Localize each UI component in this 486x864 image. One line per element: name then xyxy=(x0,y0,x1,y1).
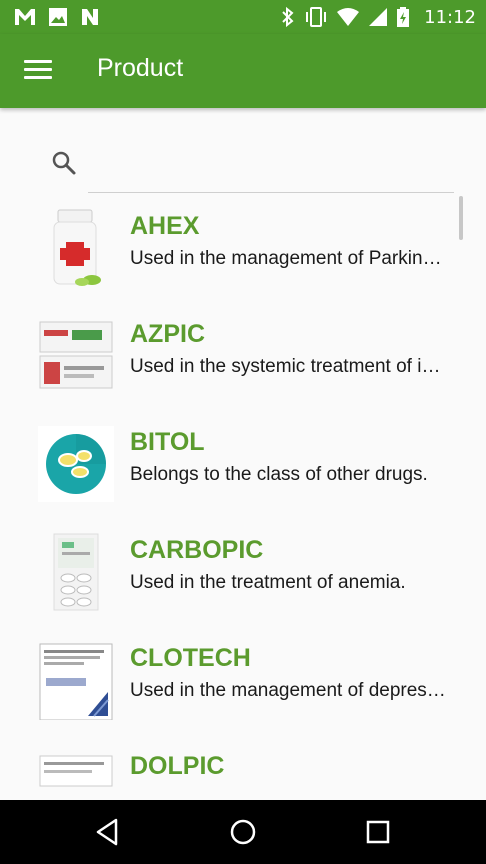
product-description: Belongs to the class of other drugs. xyxy=(130,464,428,485)
page-title: Product xyxy=(97,54,184,82)
battery-charging-icon xyxy=(397,7,410,27)
image-icon xyxy=(49,8,67,26)
list-item[interactable]: DOLPIC xyxy=(0,736,486,800)
product-description: Used in the management of depression. xyxy=(130,680,450,701)
search-icon[interactable] xyxy=(50,149,78,177)
medicine-bottle-icon xyxy=(53,209,101,286)
notification-n-icon xyxy=(82,9,98,25)
wifi-icon xyxy=(337,8,360,26)
product-list[interactable]: AHEX Used in the management of Parkinson… xyxy=(0,196,486,800)
product-name: AZPIC xyxy=(130,320,205,348)
product-name: DOLPIC xyxy=(130,752,225,780)
list-item[interactable]: BITOL Belongs to the class of other drug… xyxy=(0,412,486,520)
vibrate-icon xyxy=(306,7,327,27)
product-description: Used in the systemic treatment of infect… xyxy=(130,356,450,377)
navigation-bar xyxy=(0,800,486,864)
product-description: Used in the management of Parkinson's di… xyxy=(130,248,450,269)
product-name: AHEX xyxy=(130,212,200,240)
signal-icon xyxy=(369,8,388,26)
hamburger-menu-icon[interactable] xyxy=(24,60,52,82)
pills-circle-icon xyxy=(38,426,114,502)
recents-icon[interactable] xyxy=(358,814,398,850)
medicine-box-icon xyxy=(39,643,113,720)
blister-pack-icon xyxy=(53,533,99,611)
status-right-icons: 11:12 xyxy=(280,6,476,28)
product-name: CARBOPIC xyxy=(130,536,264,564)
product-name: BITOL xyxy=(130,428,205,456)
product-description: Used in the treatment of anemia. xyxy=(130,572,406,593)
gmail-icon xyxy=(15,9,35,25)
search-input[interactable] xyxy=(88,145,453,185)
list-item[interactable]: AZPIC Used in the systemic treatment of … xyxy=(0,304,486,412)
list-item[interactable]: CARBOPIC Used in the treatment of anemia… xyxy=(0,520,486,628)
app-bar: Product xyxy=(0,34,486,108)
status-bar: 11:12 xyxy=(0,0,486,34)
injection-box-icon xyxy=(39,755,113,787)
home-icon[interactable] xyxy=(223,814,263,850)
tablet-strip-box-icon xyxy=(39,321,113,389)
list-scrollbar[interactable] xyxy=(459,196,463,240)
product-name: CLOTECH xyxy=(130,644,251,672)
list-item[interactable]: CLOTECH Used in the management of depres… xyxy=(0,628,486,736)
status-time: 11:12 xyxy=(424,6,476,28)
list-item[interactable]: AHEX Used in the management of Parkinson… xyxy=(0,196,486,304)
search-underline xyxy=(88,192,454,193)
bluetooth-icon xyxy=(282,6,294,28)
back-icon[interactable] xyxy=(88,814,128,850)
status-left-icons xyxy=(14,7,100,27)
search-bar xyxy=(48,145,458,193)
